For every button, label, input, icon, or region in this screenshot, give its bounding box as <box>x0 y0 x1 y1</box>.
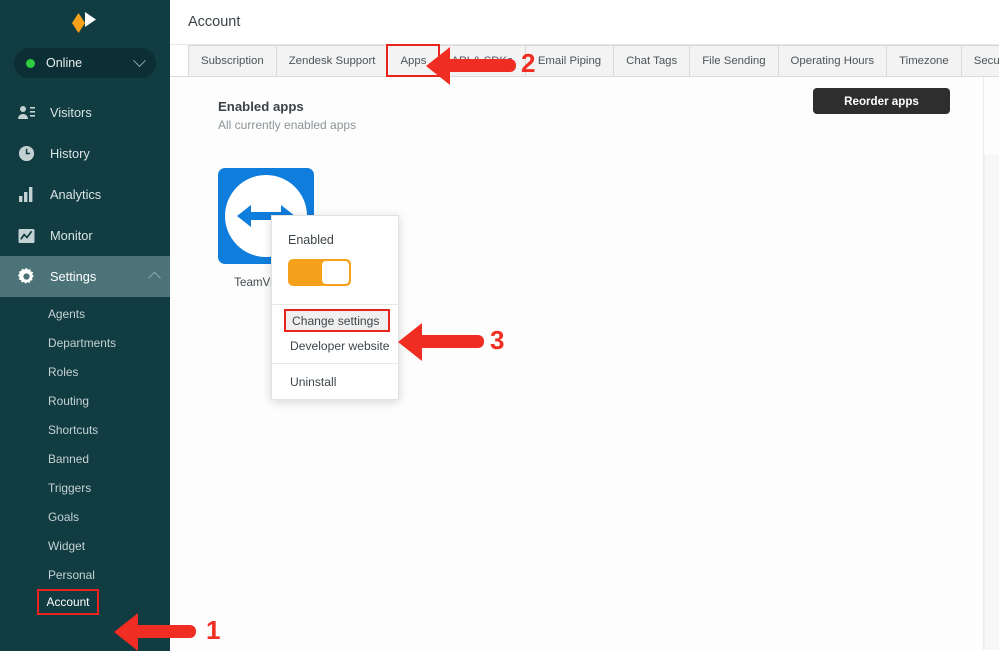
gear-icon <box>17 267 36 286</box>
sidebar-item-routing[interactable]: Routing <box>0 386 170 415</box>
sidebar-item-widget[interactable]: Widget <box>0 531 170 560</box>
zendesk-chat-logo-icon <box>64 11 106 35</box>
tab-chat-tags[interactable]: Chat Tags <box>613 45 690 76</box>
tab-label: Zendesk Support <box>289 55 376 67</box>
subnav-label: Triggers <box>48 481 91 495</box>
sidebar-item-label: Monitor <box>50 228 170 243</box>
monitor-icon <box>17 226 36 245</box>
page-title: Account <box>188 14 240 30</box>
enabled-label: Enabled <box>288 233 382 247</box>
tab-timezone[interactable]: Timezone <box>886 45 962 76</box>
vertical-scrollbar[interactable] <box>984 155 999 650</box>
sidebar: Online Visitors <box>0 0 170 651</box>
settings-subnav: Agents Departments Roles Routing Shortcu… <box>0 297 170 615</box>
subnav-label: Widget <box>48 539 85 553</box>
menu-group-secondary: Uninstall <box>272 363 398 399</box>
tab-subscription[interactable]: Subscription <box>188 45 277 76</box>
reorder-apps-button[interactable]: Reorder apps <box>813 88 950 114</box>
settings-tabbar: Subscription Zendesk Support Apps API & … <box>170 45 999 77</box>
menu-item-uninstall[interactable]: Uninstall <box>272 368 398 395</box>
sidebar-item-label: Visitors <box>50 105 170 120</box>
clock-icon <box>17 144 36 163</box>
sidebar-item-shortcuts[interactable]: Shortcuts <box>0 415 170 444</box>
subnav-label: Account <box>47 595 90 609</box>
visitors-icon <box>17 103 36 122</box>
settings-collapse-toggle[interactable] <box>148 272 170 281</box>
tab-api-sdks[interactable]: API & SDKs <box>438 45 525 76</box>
main-panel: Account Subscription Zendesk Support App… <box>170 0 999 651</box>
subnav-label: Routing <box>48 394 89 408</box>
subnav-label: Goals <box>48 510 79 524</box>
bar-chart-icon <box>17 185 36 204</box>
page-header: Account <box>170 0 999 45</box>
sidebar-item-label: Analytics <box>50 187 170 202</box>
sidebar-item-departments[interactable]: Departments <box>0 328 170 357</box>
sidebar-item-goals[interactable]: Goals <box>0 502 170 531</box>
tab-operating-hours[interactable]: Operating Hours <box>778 45 888 76</box>
app-enabled-section: Enabled <box>272 216 398 305</box>
menu-group-primary: Change settings Developer website <box>272 305 398 363</box>
menu-item-label: Change settings <box>292 314 379 328</box>
tab-label: Email Piping <box>538 55 601 67</box>
tab-file-sending[interactable]: File Sending <box>689 45 778 76</box>
subnav-label: Agents <box>48 307 85 321</box>
sidebar-item-visitors[interactable]: Visitors <box>0 92 170 133</box>
sidebar-item-triggers[interactable]: Triggers <box>0 473 170 502</box>
logo-diamond-orange <box>72 13 85 33</box>
tab-label: Apps <box>400 55 426 67</box>
sidebar-item-monitor[interactable]: Monitor <box>0 215 170 256</box>
zendesk-chat-dashboard: Online Visitors <box>0 0 999 651</box>
logo-triangle-white <box>85 12 96 27</box>
sidebar-item-banned[interactable]: Banned <box>0 444 170 473</box>
content-area: Enabled apps All currently enabled apps … <box>170 77 999 650</box>
tab-label: Chat Tags <box>626 55 677 67</box>
menu-item-developer-website[interactable]: Developer website <box>272 332 398 359</box>
tab-security[interactable]: Security <box>961 45 999 76</box>
menu-item-change-settings[interactable]: Change settings <box>284 309 390 332</box>
agent-status-selector[interactable]: Online <box>14 48 156 78</box>
sidebar-item-settings[interactable]: Settings <box>0 256 170 297</box>
sidebar-item-label: Settings <box>50 269 148 284</box>
tab-label: File Sending <box>702 55 765 67</box>
subnav-label: Shortcuts <box>48 423 98 437</box>
chevron-up-icon <box>148 272 161 285</box>
tab-label: Security <box>974 55 999 67</box>
subnav-label: Roles <box>48 365 78 379</box>
toggle-knob <box>322 261 349 284</box>
sidebar-nav: Visitors History <box>0 92 170 615</box>
sidebar-item-label: History <box>50 146 170 161</box>
chevron-down-icon <box>133 54 146 67</box>
status-label: Online <box>46 56 135 70</box>
sidebar-item-analytics[interactable]: Analytics <box>0 174 170 215</box>
app-context-menu: Enabled Change settings Developer websit… <box>271 215 399 400</box>
menu-item-label: Uninstall <box>290 375 336 389</box>
tab-label: API & SDKs <box>451 55 512 67</box>
sidebar-item-agents[interactable]: Agents <box>0 299 170 328</box>
sidebar-item-roles[interactable]: Roles <box>0 357 170 386</box>
section-subtitle: All currently enabled apps <box>218 118 999 132</box>
sidebar-item-history[interactable]: History <box>0 133 170 174</box>
tab-email-piping[interactable]: Email Piping <box>525 45 614 76</box>
status-online-dot-icon <box>26 59 35 68</box>
tab-label: Subscription <box>201 55 264 67</box>
menu-item-label: Developer website <box>290 339 390 353</box>
sidebar-item-personal[interactable]: Personal <box>0 560 170 589</box>
subnav-label: Departments <box>48 336 116 350</box>
tab-zendesk-support[interactable]: Zendesk Support <box>276 45 389 76</box>
tab-apps[interactable]: Apps <box>387 45 439 76</box>
enabled-toggle[interactable] <box>288 259 351 286</box>
subnav-label: Personal <box>48 568 95 582</box>
tab-label: Operating Hours <box>791 55 875 67</box>
tab-label: Timezone <box>899 55 949 67</box>
logo-wrap <box>0 0 170 42</box>
subnav-label: Banned <box>48 452 89 466</box>
sidebar-item-account[interactable]: Account <box>37 589 99 615</box>
